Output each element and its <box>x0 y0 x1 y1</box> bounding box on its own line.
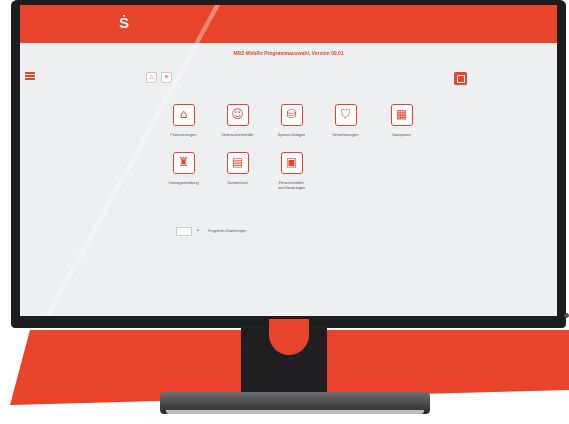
list-icon[interactable]: ≡ <box>161 72 172 83</box>
settings-label: Programm-Einstellungen <box>208 229 247 233</box>
tile-bausparen[interactable]: ▦ Bausparen <box>374 104 429 138</box>
power-button <box>564 313 569 318</box>
tile-label: Personendaten und Beratungen <box>277 181 306 190</box>
top-bar: Ṡ <box>20 5 557 43</box>
tile-label: Sonderbuch <box>227 181 248 185</box>
calculator-icon: ▤ <box>226 152 249 174</box>
tile-verbraucherkredite[interactable]: ☺ Verbraucherkredite <box>210 104 265 138</box>
tile-sonderbuch[interactable]: ▤ Sonderbuch <box>210 152 265 186</box>
tile-versicherungen[interactable]: ⛉ Versicherungen <box>318 104 373 138</box>
bricks-icon: ▦ <box>390 104 413 126</box>
monitor-frame: Ṡ MRZ-WebRx Programmauswahl, Version 00.… <box>11 0 569 328</box>
tile-personendaten[interactable]: ▣ Personendaten und Beratungen <box>264 152 319 191</box>
person-money-icon: ☺ <box>226 104 249 126</box>
tile-sparen-anlagen[interactable]: ⛁ Sparen-Anlagen <box>264 104 319 138</box>
tile-finanzierungen[interactable]: ⌂ Finanzierungen <box>156 104 211 138</box>
bullet-icon: • <box>197 228 199 234</box>
tile-label: Versicherungen <box>332 133 359 137</box>
save-icon: ▣ <box>280 152 303 174</box>
home-icon[interactable]: ⌂ <box>146 72 157 83</box>
armchair-icon: ♜ <box>172 152 195 174</box>
shield-icon: ⛉ <box>334 104 357 126</box>
monitor-stand-edge <box>166 410 424 414</box>
settings-checkbox[interactable] <box>176 227 192 236</box>
tile-label: Verbraucherkredite <box>221 133 254 137</box>
house-icon: ⌂ <box>172 104 195 126</box>
tile-label: Sparen-Anlagen <box>277 133 306 137</box>
hamburger-icon[interactable] <box>25 72 35 80</box>
sparkasse-logo: Ṡ <box>118 15 129 32</box>
coins-icon: ⛁ <box>280 104 303 126</box>
page-title: MRZ-WebRx Programmauswahl, Version 00.01 <box>233 51 344 57</box>
exit-icon[interactable] <box>454 72 467 85</box>
screen: Ṡ MRZ-WebRx Programmauswahl, Version 00.… <box>20 5 557 316</box>
tile-label: Vorsorgeberatung <box>168 181 199 185</box>
tile-vorsorgeberatung[interactable]: ♜ Vorsorgeberatung <box>156 152 211 186</box>
tile-label: Finanzierungen <box>170 133 197 137</box>
tile-label: Bausparen <box>392 133 411 137</box>
